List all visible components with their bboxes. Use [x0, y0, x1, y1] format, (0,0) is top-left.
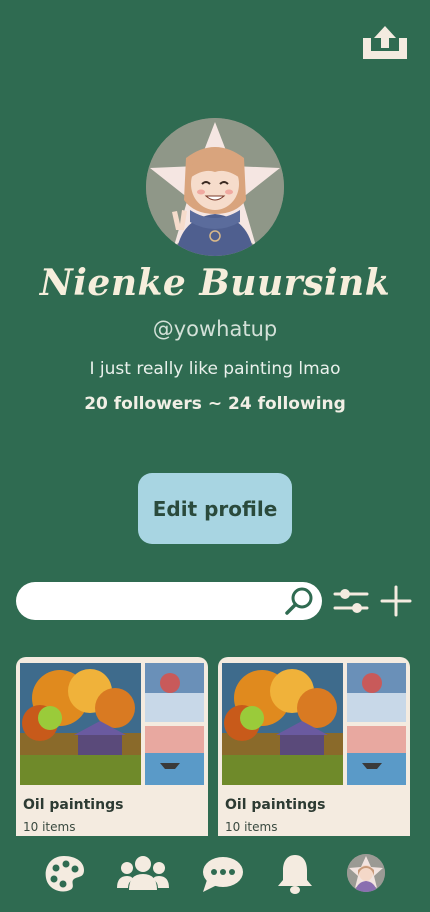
- bottom-nav: [0, 836, 430, 912]
- sliders-icon: [333, 589, 369, 613]
- display-name: Nienke Buursink: [39, 262, 391, 304]
- collection-card[interactable]: Oil paintings 10 items: [16, 657, 208, 857]
- chat-icon: [203, 857, 243, 892]
- share-upload-icon: [363, 26, 407, 59]
- collection-count: 10 items: [23, 820, 76, 834]
- collection-count: 10 items: [225, 820, 278, 834]
- people-icon: [117, 856, 169, 890]
- nav-notifications[interactable]: [275, 852, 319, 896]
- collection-name: Oil paintings: [23, 797, 124, 813]
- add-button[interactable]: [379, 584, 413, 618]
- filter-button[interactable]: [333, 586, 369, 616]
- plus-icon: [380, 585, 412, 617]
- nav-profile-avatar[interactable]: [347, 854, 385, 892]
- nav-messages[interactable]: [201, 852, 245, 896]
- nav-palette[interactable]: [42, 852, 86, 896]
- user-handle: @yowhatup: [152, 317, 278, 341]
- nav-community[interactable]: [116, 852, 170, 896]
- bell-icon: [278, 855, 312, 894]
- collection-name: Oil paintings: [225, 797, 326, 813]
- collection-thumbnails: [20, 663, 204, 785]
- avatar: [347, 854, 385, 892]
- search-bar: [16, 582, 322, 622]
- follow-stats[interactable]: 20 followers ~ 24 following: [0, 394, 430, 414]
- palette-icon: [45, 856, 84, 892]
- edit-profile-button[interactable]: Edit profile: [138, 473, 292, 544]
- collection-card[interactable]: Oil paintings 10 items: [218, 657, 410, 857]
- search-input[interactable]: [32, 582, 286, 622]
- collection-thumbnails: [222, 663, 406, 785]
- share-button[interactable]: [360, 24, 410, 62]
- profile-avatar: [146, 118, 284, 256]
- search-icon[interactable]: [284, 586, 314, 616]
- user-bio: I just really like painting lmao: [89, 359, 341, 379]
